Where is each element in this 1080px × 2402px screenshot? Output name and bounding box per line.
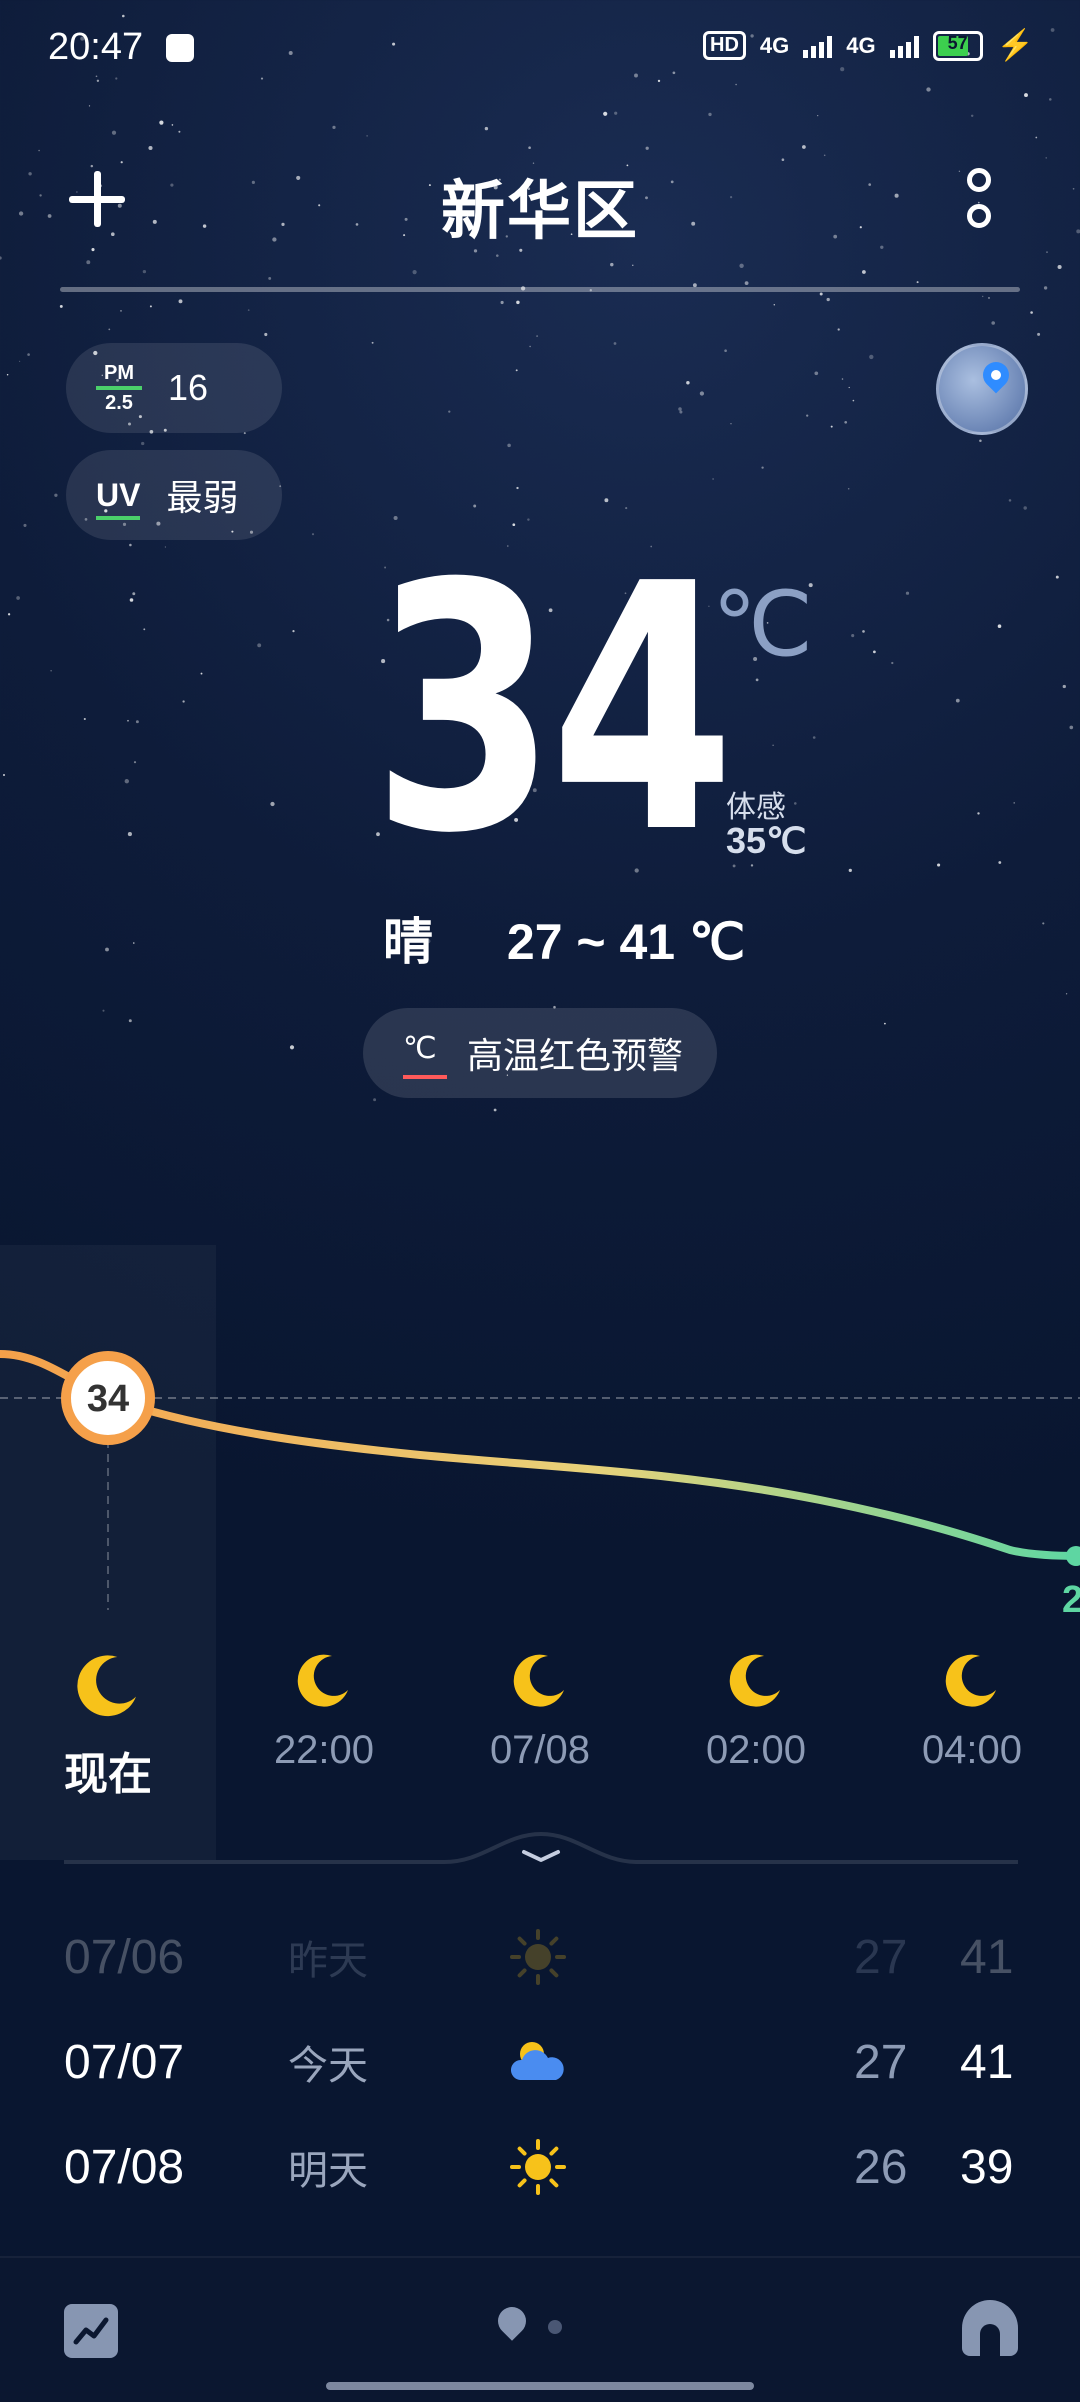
uv-value: 最弱 [166,477,239,518]
current-temperature: 34 [372,512,735,908]
page-indicator-dot [548,2320,562,2334]
hd-icon: HD [703,31,746,60]
edge-temp-label: 2 [1062,1579,1080,1621]
day-low: 26 [854,2140,908,2194]
message-notification-icon [166,34,194,62]
hourly-item[interactable]: 22:00 [264,1650,384,1773]
map-button[interactable] [936,343,1028,435]
day-label: 昨天 [288,1939,368,1983]
moon-icon [942,1650,1002,1710]
trend-icon [73,2317,109,2345]
day-low: 27 [854,1930,908,1984]
sun-icon [508,2137,568,2197]
day-date: 07/06 [64,1930,185,1984]
home-button[interactable] [962,2300,1018,2356]
day-label: 明天 [288,2149,368,2193]
weather-alert-button[interactable]: ℃ 高温红色预警 [363,1008,717,1098]
moon-icon [73,1650,143,1720]
pm25-value: 16 [168,367,209,408]
condition-text: 晴 [383,914,433,970]
uv-icon: UV [96,476,141,520]
hourly-item[interactable]: 07/08 [480,1650,600,1773]
daily-row[interactable]: 07/07 今天 27 41 [64,2017,1018,2107]
more-options-button[interactable] [962,168,996,232]
edge-temp-marker [1066,1546,1080,1566]
hourly-item[interactable]: 04:00 [912,1650,1032,1773]
day-low: 27 [854,2035,908,2089]
pm25-badge[interactable]: PM 2.5 16 [66,343,282,433]
charging-icon: ⚡ [996,29,1034,62]
status-time: 20:47 [48,26,144,68]
hourly-item[interactable]: 现在 [48,1650,168,1802]
hour-label: 04:00 [921,1728,1023,1772]
daily-row[interactable]: 07/08 明天 26 39 [64,2122,1018,2212]
current-temp-marker-value: 34 [87,1378,129,1420]
battery-level: 57 [947,32,968,53]
temperature-curve [0,1350,1080,1560]
trend-chart-button[interactable] [64,2304,118,2358]
bottom-nav-bar [0,2256,1080,2402]
hourly-temperature-chart[interactable]: 34 2 [0,1240,1080,1640]
sun-icon [508,1927,568,1987]
hour-label: 现在 [64,1750,152,1799]
day-high: 41 [960,2035,1014,2089]
temperature-range: 27 ~ 41 ℃ [506,914,746,970]
condition-row: 晴 27 ~ 41 ℃ [383,902,745,974]
hourly-item[interactable]: 02:00 [696,1650,816,1773]
uv-badge[interactable]: UV 最弱 [66,450,282,540]
panel-divider [64,1831,1018,1864]
day-high: 39 [960,2140,1014,2194]
heat-alert-icon: ℃ [403,1031,447,1079]
day-date: 07/07 [64,2035,185,2089]
signal-icon [889,34,919,58]
battery-icon: 57 [932,30,983,61]
day-high: 41 [960,1930,1014,1984]
city-title: 新华区 [441,175,639,247]
feels-like-value: 35℃ [726,820,807,861]
day-label: 今天 [288,2044,368,2088]
hour-label: 22:00 [273,1728,375,1772]
pm25-icon: PM 2.5 [96,362,142,414]
temperature-unit: ℃ [712,575,814,675]
day-date: 07/08 [64,2140,185,2194]
network-type-2: 4G [846,32,876,58]
daily-row[interactable]: 07/06 昨天 27 41 [64,1912,1018,2002]
alert-text: 高温红色预警 [467,1035,684,1076]
cloud-icon [508,2032,568,2092]
hour-label: 02:00 [705,1728,807,1772]
moon-icon [726,1650,786,1710]
hour-label: 07/08 [489,1728,591,1772]
moon-icon [510,1650,570,1710]
header-divider [60,287,1020,292]
status-icons: HD 4G 4G 57 ⚡ [703,28,1034,63]
gesture-handle[interactable] [326,2382,754,2390]
signal-icon [803,34,833,58]
expand-chevron-icon [522,1850,560,1862]
map-pin-icon [977,356,1015,394]
network-type-1: 4G [759,32,790,58]
moon-icon [294,1650,354,1710]
